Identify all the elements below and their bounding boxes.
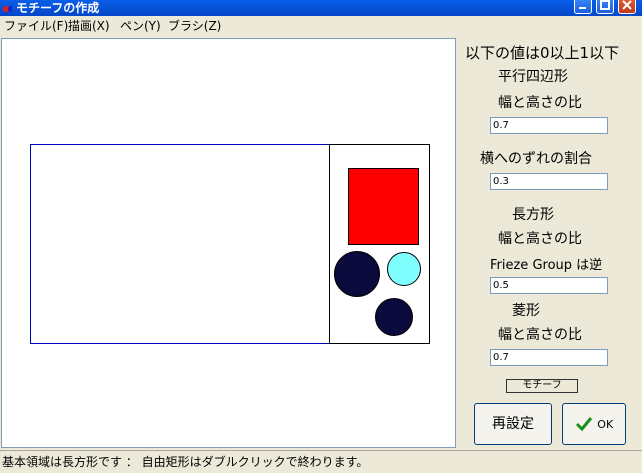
- parallelogram-ratio-label: 幅と高さの比: [498, 95, 582, 111]
- dark-circle-large[interactable]: [334, 251, 380, 297]
- minimize-icon: [579, 7, 586, 9]
- cyan-circle[interactable]: [387, 252, 421, 286]
- drawing-canvas[interactable]: [1, 38, 456, 448]
- reset-button[interactable]: 再設定: [474, 403, 552, 445]
- status-text: 基本領域は長方形です ： 自由矩形はダブルクリックで終わります。: [2, 455, 369, 469]
- maximize-icon: [600, 0, 610, 10]
- status-bar: 基本領域は長方形です ： 自由矩形はダブルクリックで終わります。: [0, 450, 642, 473]
- parallelogram-shift-label: 横へのずれの割合: [480, 151, 592, 167]
- parallelogram-shift-input[interactable]: 0.3: [490, 173, 608, 190]
- minimize-button[interactable]: [574, 0, 592, 14]
- parallelogram-title: 平行四辺形: [498, 69, 568, 85]
- frieze-group-note: Frieze Group は逆: [490, 258, 603, 273]
- app-icon: [3, 6, 12, 12]
- close-button[interactable]: [618, 0, 636, 14]
- menu-brush[interactable]: ブラシ(Z): [168, 17, 221, 34]
- rectangle-title: 長方形: [512, 207, 554, 223]
- ok-label: OK: [597, 418, 614, 431]
- rhombus-title: 菱形: [512, 303, 540, 319]
- dark-circle-small[interactable]: [375, 298, 413, 336]
- menu-bar: ファイル(F) 描画(X) ペン(Y) ブラシ(Z): [0, 16, 642, 36]
- rhombus-ratio-label: 幅と高さの比: [498, 327, 582, 343]
- window-title: モチーフの作成: [16, 1, 100, 15]
- red-square-shape[interactable]: [348, 168, 419, 245]
- title-bar: モチーフの作成: [0, 0, 642, 16]
- menu-draw[interactable]: 描画(X): [68, 17, 110, 34]
- settings-panel: 以下の値は0以上1以下 平行四辺形 幅と高さの比 0.7 横へのずれの割合 0.…: [458, 38, 642, 448]
- rectangle-ratio-label: 幅と高さの比: [498, 231, 582, 247]
- checkmark-icon: [575, 417, 592, 432]
- menu-file[interactable]: ファイル(F): [4, 17, 68, 34]
- range-note: 以下の値は0以上1以下: [465, 44, 620, 62]
- parallelogram-ratio-input[interactable]: 0.7: [490, 117, 608, 134]
- rhombus-ratio-input[interactable]: 0.7: [490, 349, 608, 366]
- close-icon: [622, 0, 632, 10]
- rectangle-ratio-input[interactable]: 0.5: [490, 277, 608, 294]
- ok-button[interactable]: OK: [562, 403, 626, 445]
- motif-button[interactable]: モチーフ: [506, 379, 578, 393]
- maximize-button[interactable]: [596, 0, 614, 14]
- menu-pen[interactable]: ペン(Y): [120, 17, 161, 34]
- fundamental-region: [30, 144, 330, 344]
